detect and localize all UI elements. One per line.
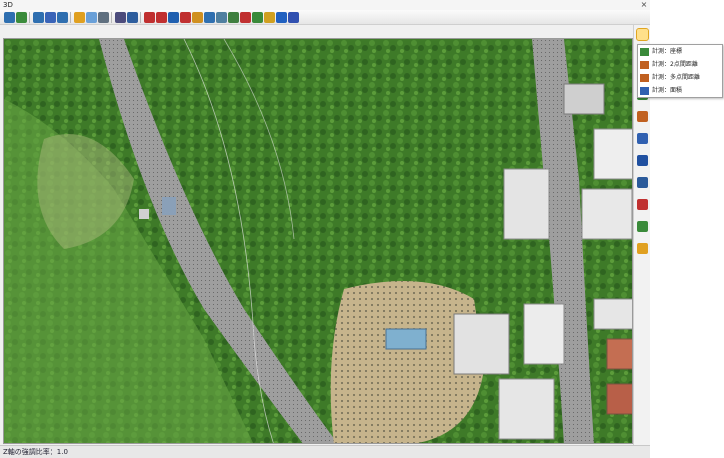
status-text: Z軸の強調比率：1.0	[3, 448, 68, 456]
help-icon[interactable]	[637, 243, 648, 254]
close-button[interactable]: ×	[639, 0, 649, 10]
toolbar-separator	[111, 12, 112, 23]
toolbar-separator	[70, 12, 71, 23]
menu-item-label: 計測：面積	[652, 87, 683, 94]
menu-item-measure[interactable]: 計測：面積	[638, 85, 722, 97]
toolbar-separator	[140, 12, 141, 23]
zoom-window-icon[interactable]	[57, 12, 68, 23]
measure-menu: 計測：座標計測：2点間距離 計測：多点間距離 計測：面積	[637, 44, 723, 98]
layer-icon[interactable]	[127, 12, 138, 23]
building	[581, 188, 632, 240]
settings-icon[interactable]	[98, 12, 109, 23]
window-title: 3D	[0, 0, 650, 10]
map-3d-viewport[interactable]	[3, 38, 633, 444]
stack-icon[interactable]	[276, 12, 287, 23]
volume-icon[interactable]	[637, 155, 648, 166]
measure-area-icon[interactable]	[180, 12, 191, 23]
terrain-icon[interactable]	[228, 12, 239, 23]
measure-angle-icon[interactable]	[168, 12, 179, 23]
save-icon[interactable]	[16, 12, 27, 23]
building	[606, 338, 632, 370]
tool-icon[interactable]	[115, 12, 126, 23]
building	[593, 128, 632, 180]
measure-line-icon[interactable]	[144, 12, 155, 23]
app-window: 3D × Z軸の強調比率：1.0	[0, 0, 650, 458]
shed	[162, 197, 176, 215]
aerial-imagery	[4, 39, 632, 443]
coordinate-icon	[640, 48, 649, 56]
distance-icon	[640, 61, 649, 69]
capture-icon[interactable]	[637, 221, 648, 232]
distance-icon[interactable]	[637, 111, 648, 122]
marker-icon[interactable]	[264, 12, 275, 23]
menu-item-measure[interactable]: 計測：2点間距離	[638, 59, 722, 71]
toolbar-separator	[29, 12, 30, 23]
open-icon[interactable]	[4, 12, 15, 23]
mountain-icon[interactable]	[192, 12, 203, 23]
toolbar	[0, 10, 650, 25]
building	[563, 83, 605, 115]
zoom-icon[interactable]	[45, 12, 56, 23]
rotate-icon[interactable]	[74, 12, 85, 23]
status-bar: Z軸の強調比率：1.0	[0, 445, 650, 458]
flag-icon[interactable]	[240, 12, 251, 23]
building	[503, 168, 550, 240]
building	[453, 313, 510, 375]
measure-icon[interactable]	[636, 28, 649, 41]
view-icon[interactable]	[86, 12, 97, 23]
area-icon[interactable]	[637, 133, 648, 144]
pen-icon[interactable]	[637, 199, 648, 210]
menu-item-measure[interactable]: 計測：多点間距離	[638, 72, 722, 84]
building	[498, 378, 555, 440]
shed	[139, 209, 149, 219]
profile-icon[interactable]	[637, 177, 648, 188]
bookmark-icon[interactable]	[252, 12, 263, 23]
building	[593, 298, 632, 330]
area-icon	[640, 87, 649, 95]
zoom-extents-icon[interactable]	[33, 12, 44, 23]
menu-item-label: 計測：多点間距離	[652, 74, 701, 81]
building	[606, 383, 632, 415]
profile-icon[interactable]	[204, 12, 215, 23]
building	[523, 303, 565, 365]
blue-roof	[385, 328, 427, 350]
multi-distance-icon	[640, 74, 649, 82]
menu-item-measure[interactable]: 計測：座標	[638, 46, 722, 58]
menu-item-label: 計測：座標	[652, 48, 683, 55]
export-icon[interactable]	[288, 12, 299, 23]
menu-item-label: 計測：2点間距離	[652, 61, 698, 68]
measure-path-icon[interactable]	[156, 12, 167, 23]
section-icon[interactable]	[216, 12, 227, 23]
